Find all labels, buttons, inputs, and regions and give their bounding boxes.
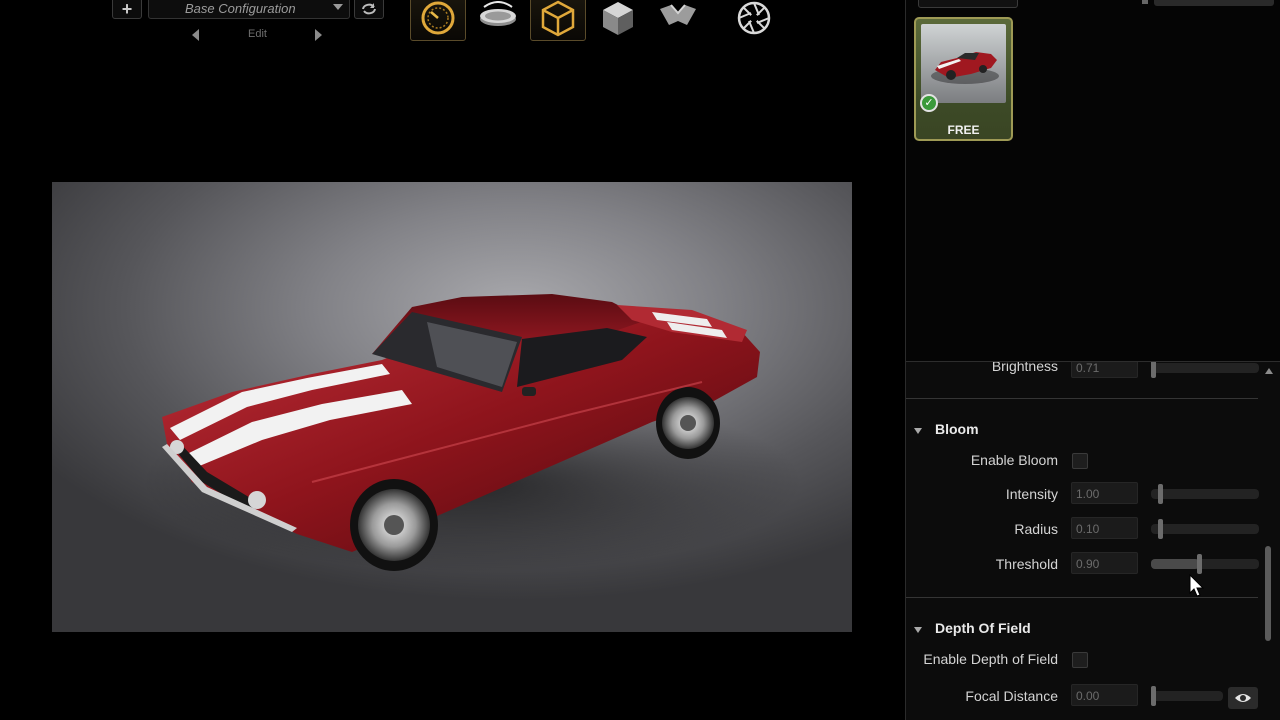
threshold-field[interactable]: 0.90 bbox=[1071, 552, 1138, 574]
section-divider bbox=[906, 597, 1258, 598]
threshold-slider-thumb[interactable] bbox=[1197, 554, 1202, 574]
configuration-select[interactable]: Base Configuration bbox=[148, 0, 350, 19]
thumbnail-image bbox=[921, 24, 1006, 103]
section-divider bbox=[906, 398, 1258, 399]
brightness-slider[interactable] bbox=[1151, 362, 1259, 378]
threshold-label: Threshold bbox=[995, 556, 1058, 572]
depth-of-field-section-title[interactable]: Depth Of Field bbox=[935, 620, 1031, 636]
checkmark-icon: ✓ bbox=[920, 94, 938, 112]
properties-scrollbar-thumb[interactable] bbox=[1265, 546, 1271, 641]
radius-field[interactable]: 0.10 bbox=[1071, 517, 1138, 539]
library-search-icon bbox=[1142, 0, 1148, 4]
refresh-configuration-button[interactable] bbox=[354, 0, 384, 19]
chevron-down-icon bbox=[333, 4, 343, 10]
next-configuration-arrow[interactable] bbox=[315, 29, 322, 41]
focal-distance-slider[interactable] bbox=[1151, 686, 1223, 706]
render-viewport[interactable] bbox=[52, 182, 852, 632]
intensity-label: Intensity bbox=[1005, 486, 1058, 502]
fold-icon bbox=[660, 3, 696, 25]
refresh-icon bbox=[362, 2, 376, 14]
scroll-up-arrow[interactable] bbox=[1265, 368, 1273, 374]
turntable-tool-button[interactable] bbox=[470, 0, 526, 41]
cube-icon bbox=[541, 0, 575, 36]
threshold-slider[interactable] bbox=[1151, 554, 1259, 574]
scene-thumbnail-card[interactable]: ✓ FREE bbox=[914, 17, 1013, 141]
enable-bloom-label: Enable Bloom bbox=[970, 452, 1058, 468]
thumbnail-label: FREE bbox=[947, 123, 980, 137]
threshold-slider-fill bbox=[1151, 559, 1199, 569]
library-filter-field[interactable] bbox=[918, 0, 1018, 8]
library-search-input[interactable] bbox=[1154, 0, 1274, 6]
eye-icon bbox=[1235, 694, 1251, 702]
fold-tool-button[interactable] bbox=[650, 0, 706, 41]
configuration-select-value: Base Configuration bbox=[185, 1, 296, 16]
gauge-tool-button[interactable] bbox=[410, 0, 466, 41]
camera-tool-button[interactable] bbox=[726, 0, 782, 41]
focal-distance-field[interactable]: 0.00 bbox=[1071, 684, 1138, 706]
mouse-cursor-icon bbox=[1189, 574, 1205, 597]
brightness-field[interactable]: 0.71 bbox=[1071, 362, 1138, 378]
collapse-arrow-icon[interactable] bbox=[914, 627, 922, 633]
collapse-arrow-icon[interactable] bbox=[914, 428, 922, 434]
brightness-slider-thumb[interactable] bbox=[1151, 362, 1156, 378]
focal-picker-button[interactable] bbox=[1228, 687, 1258, 709]
solid-cube-icon bbox=[603, 1, 633, 35]
solid-cube-tool-button[interactable] bbox=[590, 0, 646, 41]
bloom-section-title[interactable]: Bloom bbox=[935, 421, 979, 437]
turntable-icon bbox=[480, 0, 516, 26]
edit-configuration-link[interactable]: Edit bbox=[248, 28, 267, 40]
add-configuration-button[interactable]: + bbox=[112, 0, 142, 19]
brightness-label: Brightness bbox=[991, 361, 1058, 374]
radius-label: Radius bbox=[1014, 521, 1058, 537]
enable-depth-of-field-checkbox[interactable] bbox=[1072, 652, 1088, 668]
wireframe-cube-tool-button[interactable] bbox=[530, 0, 586, 41]
speedometer-icon bbox=[421, 1, 455, 34]
intensity-field[interactable]: 1.00 bbox=[1071, 482, 1138, 504]
previous-configuration-arrow[interactable] bbox=[192, 29, 199, 41]
aperture-icon bbox=[737, 1, 771, 34]
radius-slider-thumb[interactable] bbox=[1158, 519, 1163, 539]
intensity-slider-thumb[interactable] bbox=[1158, 484, 1163, 504]
enable-bloom-checkbox[interactable] bbox=[1072, 453, 1088, 469]
intensity-slider[interactable] bbox=[1151, 484, 1259, 504]
right-panel: ✓ FREE Brightness 0.71 Bloom Enable Bloo… bbox=[905, 0, 1280, 720]
car-render bbox=[142, 294, 802, 572]
focal-distance-label: Focal Distance bbox=[965, 688, 1058, 704]
focal-distance-slider-thumb[interactable] bbox=[1151, 686, 1156, 706]
enable-depth-of-field-label: Enable Depth of Field bbox=[923, 651, 1058, 667]
properties-panel: Brightness 0.71 Bloom Enable Bloom Inten… bbox=[906, 361, 1280, 720]
radius-slider[interactable] bbox=[1151, 519, 1259, 539]
